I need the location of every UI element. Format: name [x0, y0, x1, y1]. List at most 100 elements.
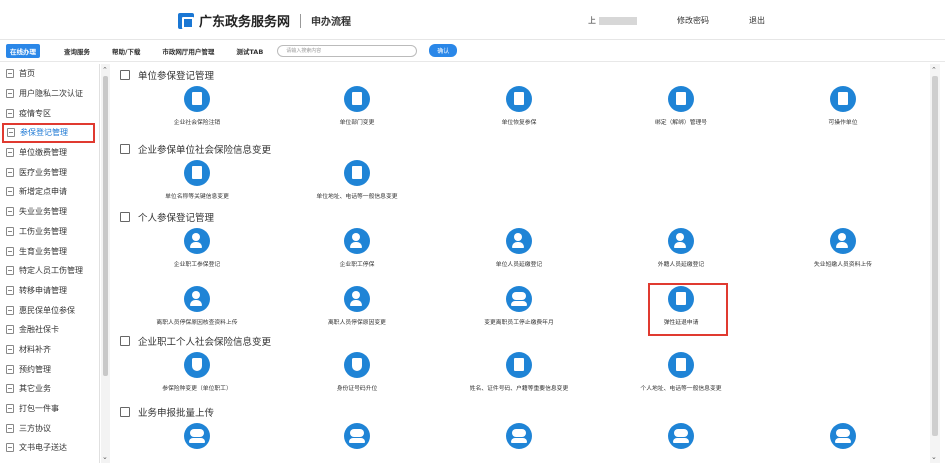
service-tile[interactable]: 单位地址、电话等一般信息变更	[272, 160, 442, 200]
redacted-name	[599, 16, 637, 25]
tile-label: 可操作单位	[828, 120, 858, 126]
sidebar-item[interactable]: 疫情专区	[0, 103, 99, 123]
sidebar-item[interactable]: 生育业务管理	[0, 241, 99, 261]
change-password-link[interactable]: 修改密码	[677, 15, 709, 26]
service-tile[interactable]: 参保险种变更（单位职工）	[112, 352, 282, 392]
nav-online-service[interactable]: 在线办理	[6, 43, 40, 58]
tile-label: 企业社会保险注销	[173, 120, 221, 126]
edit-doc-icon	[668, 286, 694, 312]
nav-query[interactable]: 查询服务	[64, 46, 90, 56]
sidebar-item[interactable]: 预约管理	[0, 359, 99, 379]
document-icon	[344, 86, 370, 112]
sidebar-item[interactable]: 首页	[0, 64, 99, 84]
shield-icon	[344, 352, 370, 378]
doc-icon	[6, 344, 14, 354]
sidebar-item[interactable]: 医疗业务管理	[0, 162, 99, 182]
service-tile[interactable]: 姓名、证件号码、户籍等重要信息变更	[434, 352, 604, 392]
sidebar-item[interactable]: 新增定点申请	[0, 182, 99, 202]
service-tile[interactable]: 变更离职员工停止缴费年月	[434, 286, 604, 326]
person-add-icon	[344, 228, 370, 254]
service-tile[interactable]: 绑定（解绑）管理号	[596, 86, 766, 126]
doc-icon	[6, 108, 14, 118]
top-header: 广东政务服务网 申办流程 上 修改密码 退出	[0, 0, 945, 40]
doc-icon	[6, 187, 14, 197]
search-input[interactable]: 请输入搜索内容	[277, 44, 418, 57]
tile-label: 企业职工参保登记	[173, 262, 221, 268]
sidebar-item[interactable]: 用户隐私二次认证	[0, 84, 99, 104]
service-tile[interactable]: 个人地址、电话等一般信息变更	[596, 352, 766, 392]
scroll-down-icon[interactable]: ⌄	[102, 453, 108, 461]
sidebar-item[interactable]: 其它业务	[0, 379, 99, 399]
logo-icon	[178, 12, 194, 29]
sidebar-scrollbar[interactable]: ⌃ ⌄	[101, 64, 110, 463]
sidebar-item[interactable]: 单位缴费管理	[0, 143, 99, 163]
service-tile[interactable]	[112, 423, 282, 449]
main-nav: 在线办理 查询服务 帮助/下载 市政网厅用户管理 测试TAB 请输入搜索内容 确…	[0, 40, 945, 62]
tile-label: 变更离职员工停止缴费年月	[484, 320, 554, 326]
service-tile[interactable]: 单位名称等关键信息变更	[112, 160, 282, 200]
logout-link[interactable]: 退出	[749, 15, 765, 26]
service-tile[interactable]: 身份证号码升位	[272, 352, 442, 392]
doc-icon	[6, 443, 14, 453]
tile-label: 单位部门变更	[339, 120, 375, 126]
sidebar-item-label: 医疗业务管理	[19, 167, 67, 177]
sidebar-item[interactable]: 转移申请管理	[0, 281, 99, 301]
service-tile[interactable]: 弹性延退申请	[596, 286, 766, 326]
service-tile[interactable]: 离职人员停保原因核查资料上传	[112, 286, 282, 326]
tile-label: 单位名称等关键信息变更	[165, 194, 229, 200]
service-tile[interactable]: 企业社会保险注销	[112, 86, 282, 126]
sidebar-item[interactable]: 金融社保卡	[0, 320, 99, 340]
nav-test-tab[interactable]: 测试TAB	[236, 46, 263, 56]
nav-help-download[interactable]: 帮助/下载	[112, 46, 140, 56]
doc-icon	[6, 305, 14, 315]
sidebar-item-label: 金融社保卡	[19, 325, 59, 335]
scroll-up-icon[interactable]: ⌃	[102, 66, 108, 74]
service-tile[interactable]	[596, 423, 766, 449]
sidebar-item[interactable]: 材料补齐	[0, 340, 99, 360]
nav-user-management[interactable]: 市政网厅用户管理	[162, 46, 214, 56]
scroll-down-icon[interactable]: ⌄	[931, 453, 937, 461]
scroll-thumb[interactable]	[103, 76, 108, 376]
sidebar-item[interactable]: 惠民保单位参保	[0, 300, 99, 320]
sidebar-item-label: 转移申请管理	[19, 285, 67, 295]
section-title: 个人参保登记管理	[120, 210, 214, 224]
service-tile[interactable]	[434, 423, 604, 449]
scroll-up-icon[interactable]: ⌃	[931, 66, 937, 74]
service-tile[interactable]: 单位人员延缴登记	[434, 228, 604, 268]
tile-label: 失业短缴人员资料上传	[814, 262, 872, 268]
sidebar-item[interactable]: 打包一件事	[0, 399, 99, 419]
service-tile[interactable]: 单位部门变更	[272, 86, 442, 126]
doc-icon	[6, 167, 14, 177]
service-tile[interactable]	[272, 423, 442, 449]
edit-doc-icon	[184, 160, 210, 186]
service-tile[interactable]	[758, 423, 928, 449]
tile-label: 单位地址、电话等一般信息变更	[316, 194, 398, 200]
group-upload-icon	[184, 423, 210, 449]
service-tile[interactable]: 可操作单位	[758, 86, 928, 126]
service-tile[interactable]: 单位恢复参保	[434, 86, 604, 126]
tile-label: 离职人员停保原因变更	[328, 320, 386, 326]
site-logo[interactable]: 广东政务服务网 申办流程	[178, 11, 351, 30]
doc-icon	[6, 89, 14, 99]
section-icon	[120, 407, 130, 417]
sidebar-item-label: 惠民保单位参保	[19, 305, 75, 315]
confirm-button[interactable]: 确认	[429, 44, 458, 57]
sidebar-item[interactable]: 三方协议	[0, 418, 99, 438]
service-tile[interactable]: 企业职工参保登记	[112, 228, 282, 268]
sidebar-item[interactable]: 工伤业务管理	[0, 222, 99, 242]
tile-label: 弹性延退申请	[663, 320, 699, 326]
service-tile[interactable]: 外籍人员延缴登记	[596, 228, 766, 268]
scroll-thumb[interactable]	[932, 76, 938, 436]
doc-icon	[6, 384, 14, 394]
service-tile[interactable]: 企业职工停保	[272, 228, 442, 268]
sidebar-item[interactable]: 特定人员工伤管理	[0, 261, 99, 281]
sidebar-item[interactable]: 文书电子送达	[0, 438, 99, 458]
sidebar: 首页 用户隐私二次认证 疫情专区 参保登记管理 单位缴费管理医疗业务管理新增定点申请 失业…	[0, 64, 100, 463]
sidebar-item[interactable]: 参保登记管理	[2, 123, 95, 143]
sidebar-item[interactable]: 失业业务管理	[0, 202, 99, 222]
service-tile[interactable]: 离职人员停保原因变更	[272, 286, 442, 326]
doc-icon	[6, 266, 14, 276]
service-tile[interactable]: 失业短缴人员资料上传	[758, 228, 928, 268]
content-scrollbar[interactable]: ⌃ ⌄	[930, 64, 940, 463]
tile-label: 外籍人员延缴登记	[657, 262, 705, 268]
